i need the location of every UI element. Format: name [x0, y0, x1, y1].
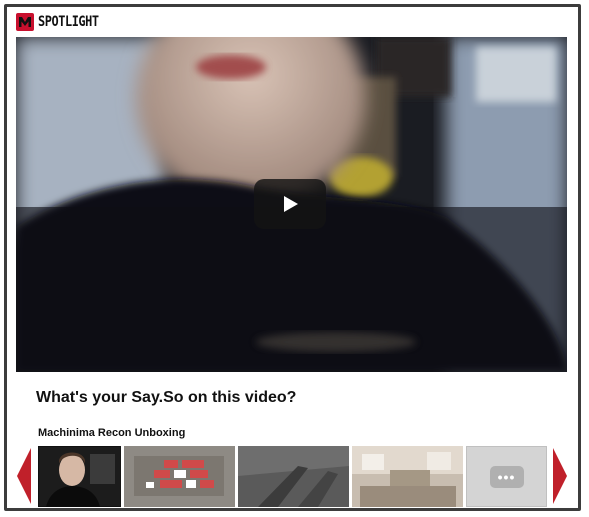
playlist-prev-button[interactable] [17, 446, 31, 506]
playlist-next-button[interactable] [553, 446, 567, 506]
playlist-thumbnail[interactable] [238, 446, 349, 507]
playlist-title: Machinima Recon Unboxing [38, 427, 186, 439]
video-player[interactable] [16, 37, 567, 372]
play-button[interactable] [254, 179, 326, 229]
say-so-question: What's your Say.So on this video? [36, 389, 297, 406]
chevron-right-icon [553, 448, 567, 504]
machinima-logo-icon [16, 13, 34, 31]
header: SPOTLIGHT [16, 11, 109, 33]
playlist-thumbnail[interactable] [352, 446, 463, 507]
play-icon [284, 196, 298, 212]
brand-title: SPOTLIGHT [38, 14, 99, 30]
chevron-left-icon [17, 448, 31, 504]
playlist-thumbnail[interactable] [124, 446, 235, 507]
more-dots-icon: ••• [489, 465, 524, 488]
playlist-thumbnail[interactable] [38, 446, 121, 507]
more-videos-button[interactable]: ••• [466, 446, 547, 507]
